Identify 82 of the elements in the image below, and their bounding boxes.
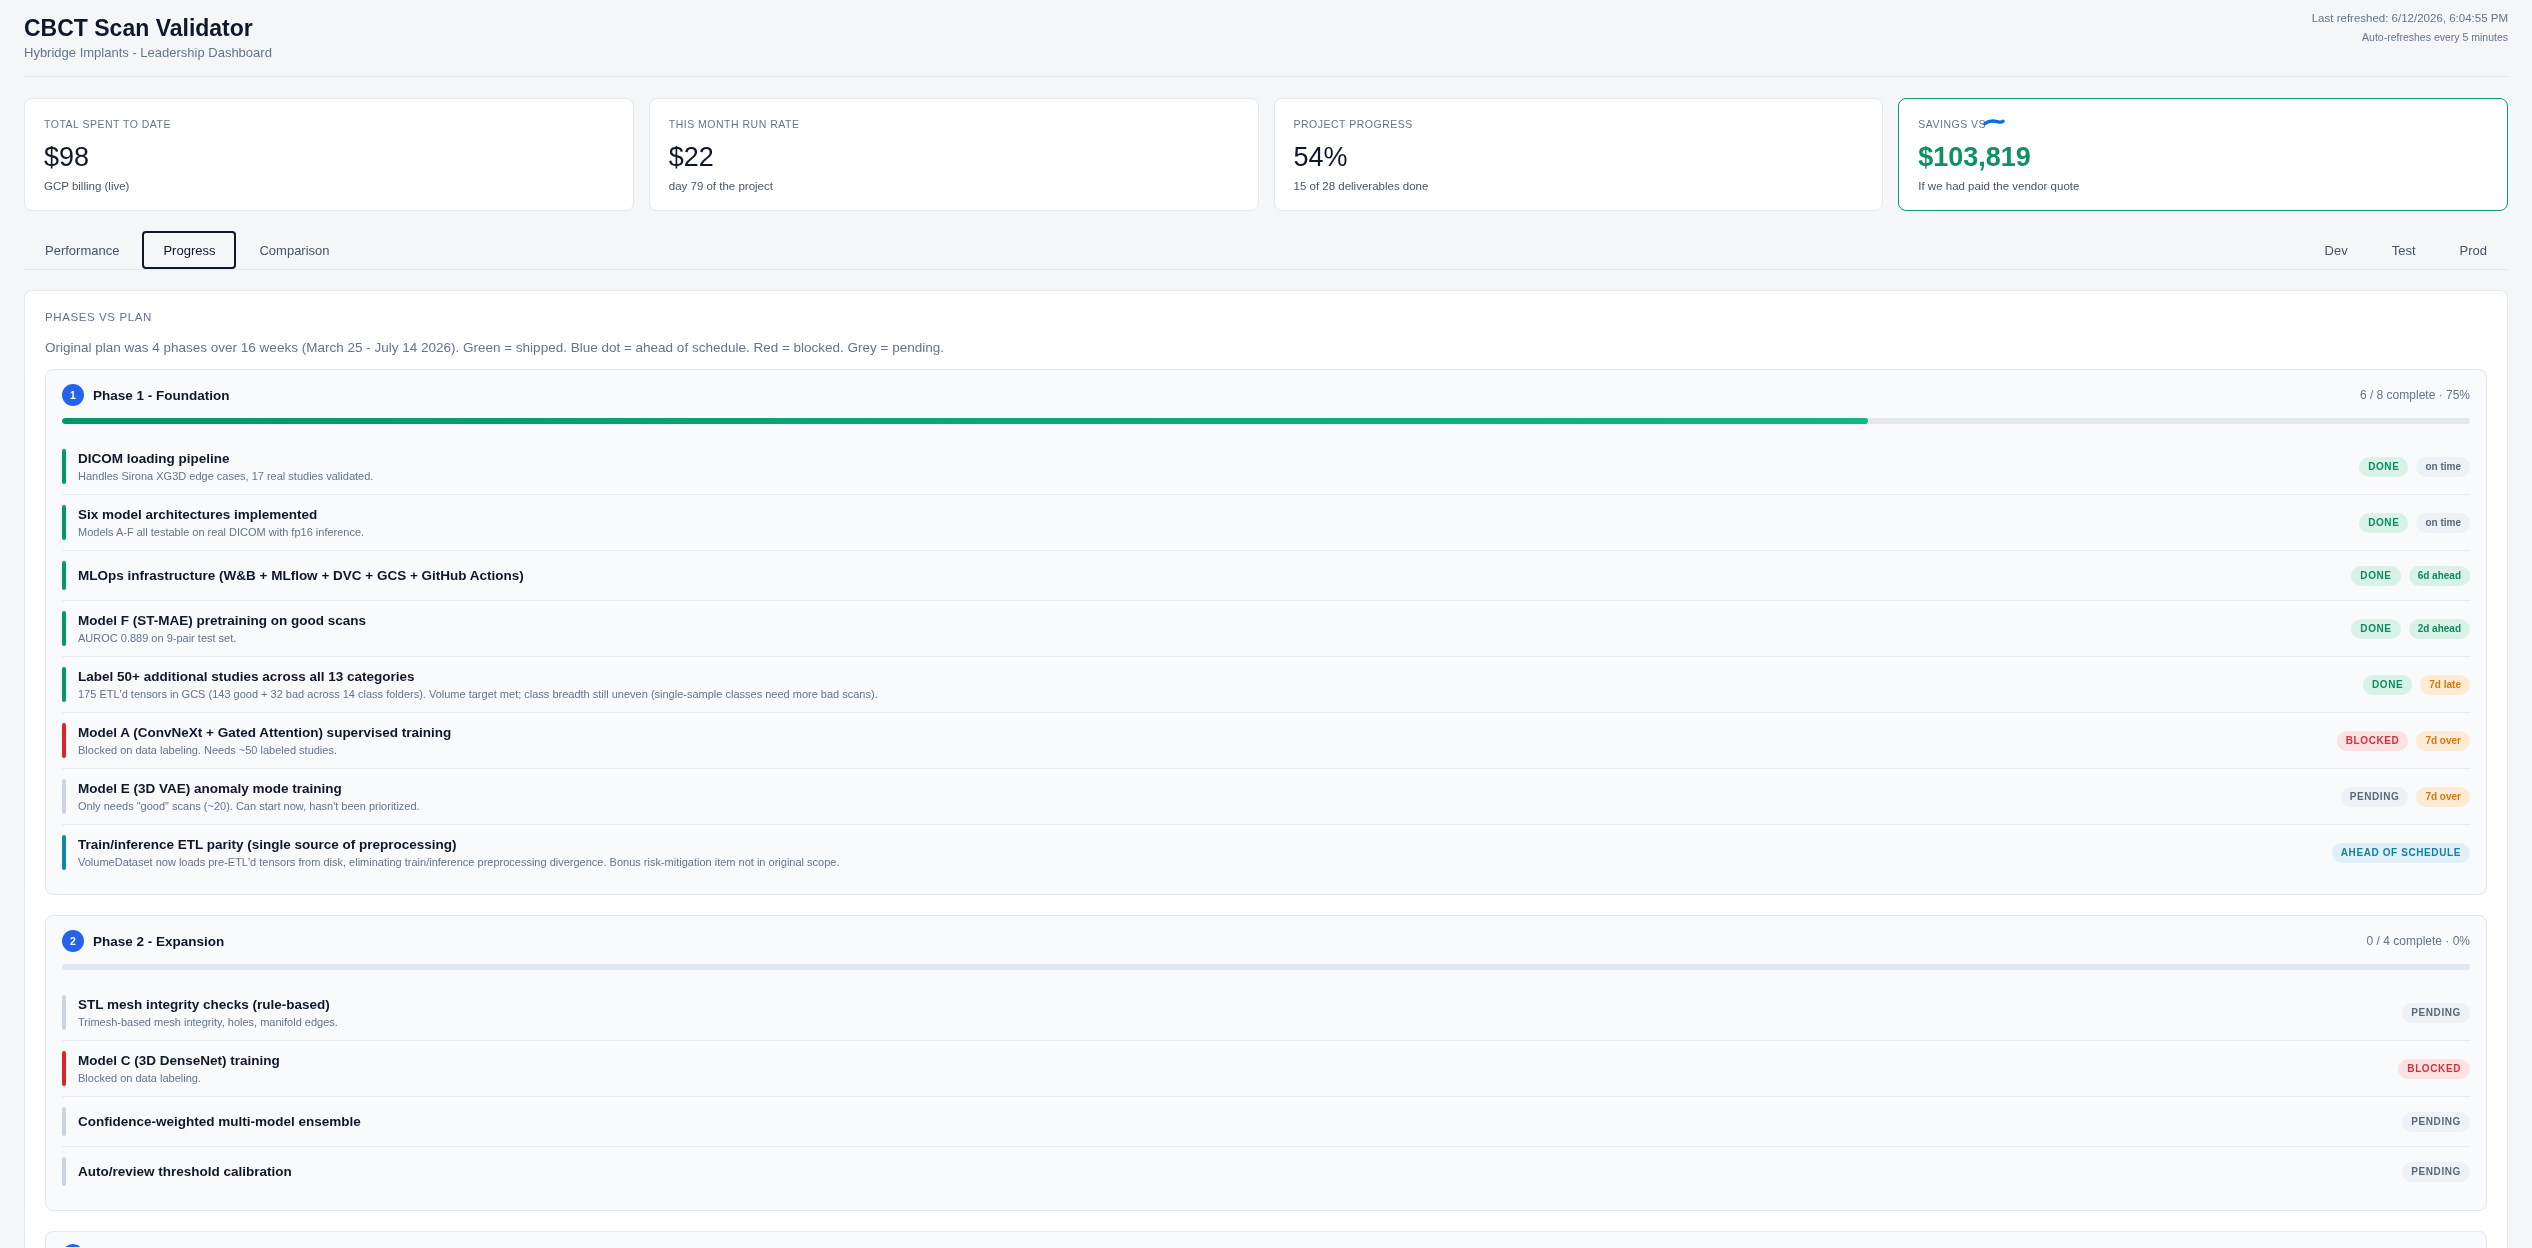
- status-stripe-icon: [62, 835, 66, 870]
- status-tag: DONE: [2359, 456, 2409, 477]
- kpi-label: PROJECT PROGRESS: [1293, 117, 1413, 131]
- status-tag: DONE: [2351, 565, 2401, 586]
- auto-refresh-note: Auto-refreshes every 5 minutes: [2361, 30, 2508, 45]
- phase-title: Phase 1 - Foundation: [93, 387, 230, 403]
- deliverable-title: Model A (ConvNeXt + Gated Attention) supervised training: [78, 724, 452, 742]
- environment-tab[interactable]: Test: [2370, 231, 2437, 269]
- kpi-label: THIS MONTH RUN RATE: [668, 117, 800, 131]
- section-heading: PHASES VS PLAN: [45, 310, 153, 325]
- deliverable-note: Blocked on data labeling.: [78, 1071, 202, 1086]
- kpi-value: 54%: [1293, 141, 1349, 174]
- phase-summary: 0 / 4 complete · 0%: [2366, 934, 2470, 948]
- schedule-tag: 2d ahead: [2408, 618, 2470, 639]
- deliverable-title: STL mesh integrity checks (rule-based): [78, 996, 331, 1014]
- status-tag: DONE: [2363, 674, 2413, 695]
- schedule-tag: on time: [2416, 512, 2470, 533]
- phase-number-badge: 2: [62, 930, 84, 952]
- schedule-tag: on time: [2416, 456, 2470, 477]
- status-tag: DONE: [2359, 512, 2409, 533]
- kpi-label: SAVINGS VS: [1918, 117, 1987, 131]
- deliverable-note: Only needs "good" scans (~20). Can start now, hasn't been prioritized.: [78, 799, 420, 814]
- plan-description: Original plan was 4 phases over 16 weeks (March 25 - July 14 2026). Green = shipped. Blue dot = ahead of schedule. Red = blocked. Grey = pending.: [45, 339, 946, 357]
- deliverable-note: 175 ETL'd tensors in GCS (143 good + 32 bad across 14 class folders). Volume target met; class breadth still uneven (single-sample classes need more bad scans).: [78, 687, 878, 702]
- status-stripe-icon: [62, 667, 66, 702]
- phase-title: Phase 2 - Expansion: [93, 933, 225, 949]
- status-stripe-icon: [62, 1157, 66, 1186]
- app-subtitle: Hybridge Implants - Leadership Dashboard: [24, 44, 272, 62]
- kpi-value: $98: [44, 141, 91, 174]
- deliverable-note: Trimesh-based mesh integrity, holes, manifold edges.: [78, 1015, 338, 1030]
- deliverable-title: Six model architectures implemented: [78, 506, 319, 524]
- deliverable-note: VolumeDataset now loads pre-ETL'd tensors from disk, eliminating train/inference preprocessing divergence. Bonus risk-mitigation item not in original scope.: [78, 855, 840, 870]
- status-stripe-icon: [62, 1107, 66, 1136]
- kpi-caption: GCP billing (live): [44, 179, 131, 194]
- kpi-caption: day 79 of the project: [668, 179, 774, 194]
- status-tag: BLOCKED: [2398, 1058, 2470, 1079]
- kpi-value: $103,819: [1918, 141, 2032, 174]
- status-stripe-icon: [62, 611, 66, 646]
- status-stripe-icon: [62, 1051, 66, 1086]
- status-stripe-icon: [62, 779, 66, 814]
- deliverable-title: Confidence-weighted multi-model ensemble: [78, 1113, 361, 1131]
- deliverable-title: Model C (3D DenseNet) training: [78, 1052, 280, 1070]
- deliverable-note: Handles Sirona XG3D edge cases, 17 real studies validated.: [78, 469, 374, 484]
- status-tag: PENDING: [2402, 1161, 2470, 1182]
- view-tab[interactable]: Progress: [142, 231, 237, 269]
- deliverable-title: Model E (3D VAE) anomaly mode training: [78, 780, 343, 798]
- kpi-label: TOTAL SPENT TO DATE: [44, 117, 171, 131]
- app-title: CBCT Scan Validator: [24, 14, 254, 43]
- deliverable-note: Blocked on data labeling. Needs ~50 labeled studies.: [78, 743, 338, 758]
- kpi-value: $22: [668, 141, 715, 174]
- view-tab[interactable]: Comparison: [238, 231, 351, 269]
- status-tag: AHEAD OF SCHEDULE: [2331, 842, 2470, 863]
- deliverable-title: Train/inference ETL parity (single source of preprocessing): [78, 836, 458, 854]
- status-stripe-icon: [62, 995, 66, 1030]
- last-refreshed-text: Last refreshed: 6/12/2026, 6:04:55 PM: [2311, 11, 2508, 26]
- status-tag: DONE: [2351, 618, 2401, 639]
- deliverable-note: Models A-F all testable on real DICOM with fp16 inference.: [78, 525, 365, 540]
- status-stripe-icon: [62, 723, 66, 758]
- status-stripe-icon: [62, 505, 66, 540]
- schedule-tag: 6d ahead: [2408, 565, 2470, 586]
- deliverable-title: MLOps infrastructure (W&B + MLflow + DVC + GCS + GitHub Actions): [78, 567, 524, 585]
- kpi-caption: If we had paid the vendor quote: [1918, 179, 2081, 194]
- schedule-tag: 7d late: [2420, 674, 2470, 695]
- status-stripe-icon: [62, 561, 66, 590]
- deliverable-title: Label 50+ additional studies across all 13 categories: [78, 668, 416, 686]
- deliverable-title: Model F (ST-MAE) pretraining on good scans: [78, 612, 366, 630]
- deliverable-title: DICOM loading pipeline: [78, 450, 231, 468]
- environment-tab[interactable]: Dev: [2303, 231, 2369, 269]
- phase-number-badge: 1: [62, 384, 84, 406]
- status-stripe-icon: [62, 449, 66, 484]
- status-tag: PENDING: [2402, 1111, 2470, 1132]
- environment-tab[interactable]: Prod: [2438, 231, 2508, 269]
- schedule-tag: 7d over: [2416, 786, 2470, 807]
- phase-summary: 6 / 8 complete · 75%: [2359, 388, 2470, 402]
- deliverable-title: Auto/review threshold calibration: [78, 1163, 292, 1181]
- deliverable-note: AUROC 0.889 on 9-pair test set.: [78, 631, 238, 646]
- view-tab[interactable]: Performance: [24, 231, 141, 269]
- status-tag: BLOCKED: [2336, 730, 2409, 751]
- status-tag: PENDING: [2340, 786, 2409, 807]
- kpi-caption: 15 of 28 deliverables done: [1293, 179, 1430, 194]
- status-tag: PENDING: [2402, 1002, 2470, 1023]
- schedule-tag: 7d over: [2416, 730, 2470, 751]
